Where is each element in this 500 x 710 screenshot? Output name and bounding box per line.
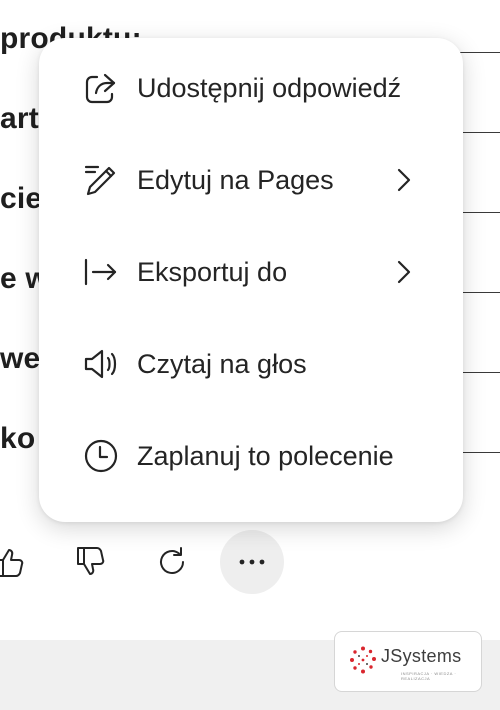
thumbs-down-icon [75,545,109,579]
menu-item-share-answer[interactable]: Udostępnij odpowiedź [39,42,463,134]
export-arrow-icon [83,254,119,290]
menu-item-label: Edytuj na Pages [137,165,334,195]
share-icon [83,70,119,106]
jsystems-logo-mark-icon [349,646,377,674]
regenerate-icon [155,545,189,579]
menu-item-schedule-prompt[interactable]: Zaplanuj to polecenie [39,410,463,502]
underline-rule [460,452,500,453]
dislike-button[interactable] [60,530,124,594]
more-options-button[interactable] [220,530,284,594]
chevron-right-icon [389,166,417,194]
underline-rule [460,52,500,53]
underline-rule [460,212,500,213]
menu-item-edit-in-pages[interactable]: Edytuj na Pages [39,134,463,226]
underline-rule [460,372,500,373]
background-text-line: cie [0,182,43,215]
more-options-menu: Udostępnij odpowiedź Edytuj na Pages Eks… [39,38,463,522]
like-button[interactable] [0,530,42,594]
menu-item-export-to[interactable]: Eksportuj do [39,226,463,318]
underline-rule [460,132,500,133]
jsystems-logo-badge: JSystems INSPIRACJA · WIEDZA · REALIZACJ… [334,631,482,692]
menu-item-label: Czytaj na głos [137,349,307,379]
background-text-line: art [0,102,39,135]
menu-item-read-aloud[interactable]: Czytaj na głos [39,318,463,410]
logo-tagline: INSPIRACJA · WIEDZA · REALIZACJA [401,671,457,681]
more-options-icon [237,557,267,567]
background-text-line: ko [0,422,36,455]
menu-item-label: Zaplanuj to polecenie [137,441,394,471]
menu-item-label: Udostępnij odpowiedź [137,73,402,103]
logo-wordmark: JSystems [381,646,462,666]
underline-rule [460,292,500,293]
menu-item-label: Eksportuj do [137,257,288,287]
regenerate-button[interactable] [140,530,204,594]
chevron-right-icon [389,258,417,286]
thumbs-up-icon [0,545,27,579]
speaker-icon [83,346,119,382]
clock-icon [83,438,119,474]
pencil-icon [83,162,119,198]
background-text-line: we [0,342,41,375]
